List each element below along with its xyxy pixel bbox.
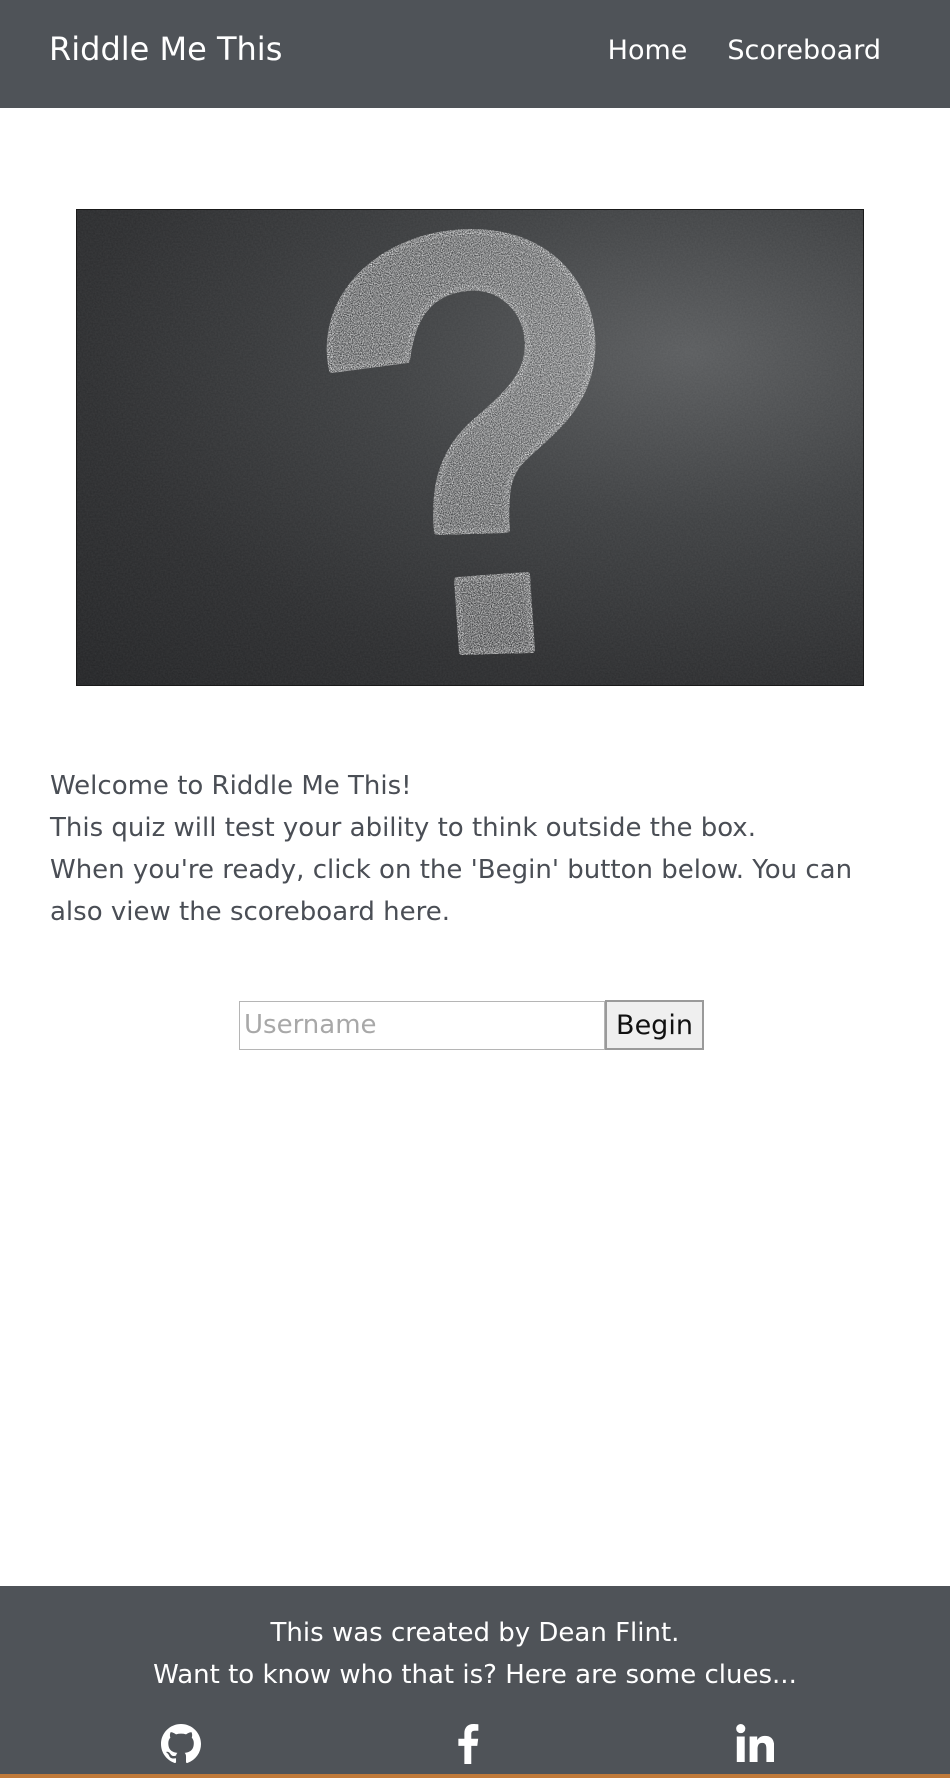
begin-button[interactable]: Begin: [605, 1000, 704, 1050]
github-icon[interactable]: [156, 1724, 206, 1774]
nav-link-home[interactable]: Home: [608, 35, 688, 66]
footer: This was created by Dean Flint. Want to …: [0, 1586, 950, 1774]
linkedin-icon[interactable]: [730, 1724, 780, 1774]
username-input[interactable]: [239, 1000, 605, 1050]
bottom-accent-strip: [0, 1774, 950, 1778]
brand-logo-link[interactable]: Riddle Me This: [49, 30, 282, 68]
nav-link-scoreboard[interactable]: Scoreboard: [727, 35, 881, 66]
welcome-line-1: Welcome to Riddle Me This!: [50, 771, 412, 801]
nav-links: Home Scoreboard: [608, 35, 881, 66]
footer-credit: This was created by Dean Flint.: [270, 1618, 680, 1648]
facebook-icon[interactable]: [443, 1724, 493, 1774]
hero-image: [76, 209, 864, 686]
username-form: Begin: [239, 1000, 704, 1050]
footer-clues: Want to know who that is? Here are some …: [153, 1660, 797, 1690]
welcome-line-2: This quiz will test your ability to thin…: [50, 813, 756, 843]
navbar: Riddle Me This Home Scoreboard: [0, 0, 950, 108]
welcome-text: Welcome to Riddle Me This! This quiz wil…: [50, 765, 910, 933]
question-mark-illustration: [77, 210, 863, 685]
welcome-line-3: When you're ready, click on the 'Begin' …: [50, 855, 853, 927]
